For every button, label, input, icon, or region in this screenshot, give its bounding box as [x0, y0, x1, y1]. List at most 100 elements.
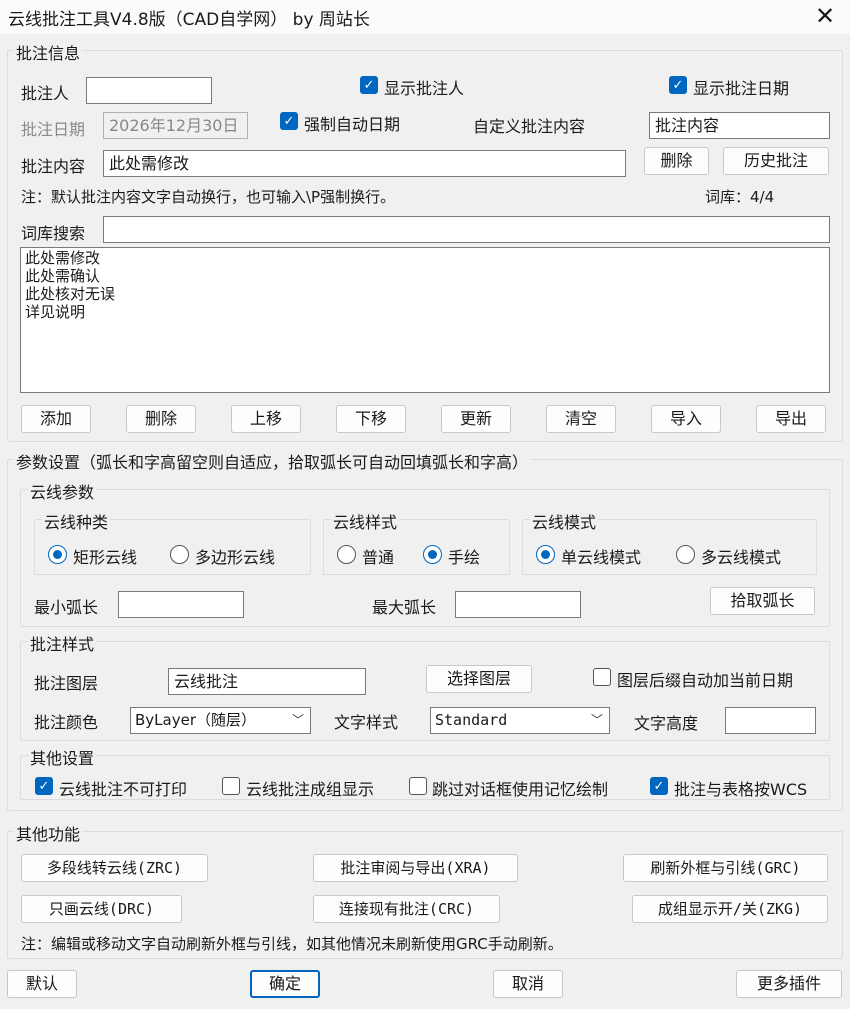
- text-style-value: Standard: [435, 711, 508, 729]
- chevron-down-icon: ﹀: [590, 713, 603, 727]
- search-label: 词库搜索: [21, 224, 86, 243]
- style-normal-radio[interactable]: [337, 545, 356, 564]
- show-date-label[interactable]: 显示批注日期: [693, 75, 789, 99]
- text-height-label: 文字高度: [634, 714, 699, 733]
- window-title: 云线批注工具V4.8版（CAD自学网） by 周站长: [8, 10, 370, 30]
- custom-content-label: 自定义批注内容: [473, 117, 586, 136]
- check-icon: ✓: [38, 778, 50, 794]
- cloud-kind-legend: 云线种类: [42, 509, 111, 533]
- annotator-label: 批注人: [21, 84, 70, 103]
- text-style-label: 文字样式: [334, 713, 399, 732]
- export-button[interactable]: 导出: [756, 405, 826, 433]
- close-button[interactable]: ✕: [810, 2, 840, 30]
- kind-rect-radio[interactable]: [48, 545, 67, 564]
- add-button[interactable]: 添加: [21, 405, 91, 433]
- select-layer-button[interactable]: 选择图层: [426, 665, 532, 693]
- color-label: 批注颜色: [34, 713, 99, 732]
- move-down-button[interactable]: 下移: [336, 405, 406, 433]
- ok-button[interactable]: 确定: [250, 970, 320, 998]
- color-select-value: ByLayer（随层）: [135, 711, 256, 729]
- lexicon-count: 词库：4/4: [705, 188, 775, 206]
- annot-info-legend: 批注信息: [14, 40, 83, 64]
- check-icon: ✓: [283, 113, 295, 129]
- custom-content-input[interactable]: 批注内容: [649, 112, 830, 139]
- kind-rect-label[interactable]: 矩形云线: [73, 544, 137, 568]
- annot-style-legend: 批注样式: [28, 631, 97, 655]
- kind-polygon-label[interactable]: 多边形云线: [195, 544, 275, 568]
- other-settings-legend: 其他设置: [28, 745, 97, 769]
- default-button[interactable]: 默认: [7, 970, 77, 998]
- layer-suffix-label[interactable]: 图层后缀自动加当前日期: [617, 667, 793, 691]
- content-input[interactable]: 此处需修改: [103, 150, 626, 177]
- import-button[interactable]: 导入: [651, 405, 721, 433]
- list-item[interactable]: 此处需确认: [25, 267, 825, 285]
- no-print-checkbox[interactable]: ✓: [35, 777, 53, 795]
- mode-multi-label[interactable]: 多云线模式: [701, 544, 781, 568]
- color-select[interactable]: ByLayer（随层） ﹀: [130, 707, 311, 734]
- list-item[interactable]: 详见说明: [25, 303, 825, 321]
- style-normal-label[interactable]: 普通: [362, 544, 394, 568]
- group-display-checkbox[interactable]: [222, 777, 240, 795]
- close-icon: ✕: [814, 2, 836, 30]
- params-legend: 参数设置（弧长和字高留空则自适应，拾取弧长可自动回填弧长和字高）: [14, 449, 531, 473]
- list-item[interactable]: 此处需修改: [25, 249, 825, 267]
- mode-multi-radio[interactable]: [676, 545, 695, 564]
- annotator-input[interactable]: [86, 77, 212, 104]
- crc-button[interactable]: 连接现有批注(CRC): [313, 895, 500, 923]
- check-icon: ✓: [653, 778, 665, 794]
- skip-dialog-label[interactable]: 跳过对话框使用记忆绘制: [432, 776, 608, 800]
- mode-single-label[interactable]: 单云线模式: [561, 544, 641, 568]
- cloud-style-legend: 云线样式: [331, 509, 400, 533]
- delete-history-button[interactable]: 删除: [644, 147, 709, 175]
- remove-button[interactable]: 删除: [126, 405, 196, 433]
- history-annot-button[interactable]: 历史批注: [723, 147, 829, 175]
- clear-button[interactable]: 清空: [546, 405, 616, 433]
- force-auto-date-label[interactable]: 强制自动日期: [304, 111, 400, 135]
- annot-note: 注：默认批注内容文字自动换行，也可输入\P强制换行。: [21, 188, 396, 206]
- zrc-button[interactable]: 多段线转云线(ZRC): [21, 854, 208, 882]
- text-height-input[interactable]: [725, 707, 816, 734]
- zkg-button[interactable]: 成组显示开/关(ZKG): [632, 895, 828, 923]
- force-auto-date-checkbox[interactable]: ✓: [280, 112, 298, 130]
- date-label: 批注日期: [21, 120, 86, 139]
- group-display-label[interactable]: 云线批注成组显示: [246, 776, 374, 800]
- min-arc-input[interactable]: [118, 591, 244, 618]
- max-arc-input[interactable]: [455, 591, 581, 618]
- layer-label: 批注图层: [34, 674, 99, 693]
- more-plugins-button[interactable]: 更多插件: [736, 970, 842, 998]
- check-icon: ✓: [363, 77, 375, 93]
- xra-button[interactable]: 批注审阅与导出(XRA): [313, 854, 518, 882]
- kind-polygon-radio[interactable]: [170, 545, 189, 564]
- show-date-checkbox[interactable]: ✓: [669, 76, 687, 94]
- grc-button[interactable]: 刷新外框与引线(GRC): [623, 854, 828, 882]
- style-hand-label[interactable]: 手绘: [448, 544, 480, 568]
- search-input[interactable]: [103, 216, 830, 243]
- pick-arc-button[interactable]: 拾取弧长: [710, 587, 815, 615]
- cloud-mode-legend: 云线模式: [530, 509, 599, 533]
- style-hand-radio[interactable]: [423, 545, 442, 564]
- max-arc-label: 最大弧长: [372, 598, 437, 617]
- content-label: 批注内容: [21, 157, 86, 176]
- wcs-checkbox[interactable]: ✓: [650, 777, 668, 795]
- move-up-button[interactable]: 上移: [231, 405, 301, 433]
- text-style-select[interactable]: Standard ﹀: [430, 707, 610, 734]
- min-arc-label: 最小弧长: [34, 598, 99, 617]
- functions-legend: 其他功能: [14, 821, 83, 845]
- update-button[interactable]: 更新: [441, 405, 511, 433]
- no-print-label[interactable]: 云线批注不可打印: [59, 776, 187, 800]
- layer-input[interactable]: 云线批注: [168, 668, 366, 695]
- date-input: 2026年12月30日: [103, 112, 248, 139]
- skip-dialog-checkbox[interactable]: [409, 777, 427, 795]
- show-annotator-checkbox[interactable]: ✓: [360, 76, 378, 94]
- layer-suffix-checkbox[interactable]: [593, 668, 611, 686]
- drc-button[interactable]: 只画云线(DRC): [21, 895, 182, 923]
- cancel-button[interactable]: 取消: [493, 970, 563, 998]
- cloud-params-legend: 云线参数: [28, 479, 97, 503]
- mode-single-radio[interactable]: [536, 545, 555, 564]
- chevron-down-icon: ﹀: [291, 713, 304, 727]
- show-annotator-label[interactable]: 显示批注人: [384, 75, 464, 99]
- wcs-label[interactable]: 批注与表格按WCS: [674, 776, 807, 800]
- lexicon-list[interactable]: 此处需修改 此处需确认 此处核对无误 详见说明: [20, 247, 830, 393]
- list-item[interactable]: 此处核对无误: [25, 285, 825, 303]
- functions-note: 注：编辑或移动文字自动刷新外框与引线，如其他情况未刷新使用GRC手动刷新。: [21, 935, 563, 953]
